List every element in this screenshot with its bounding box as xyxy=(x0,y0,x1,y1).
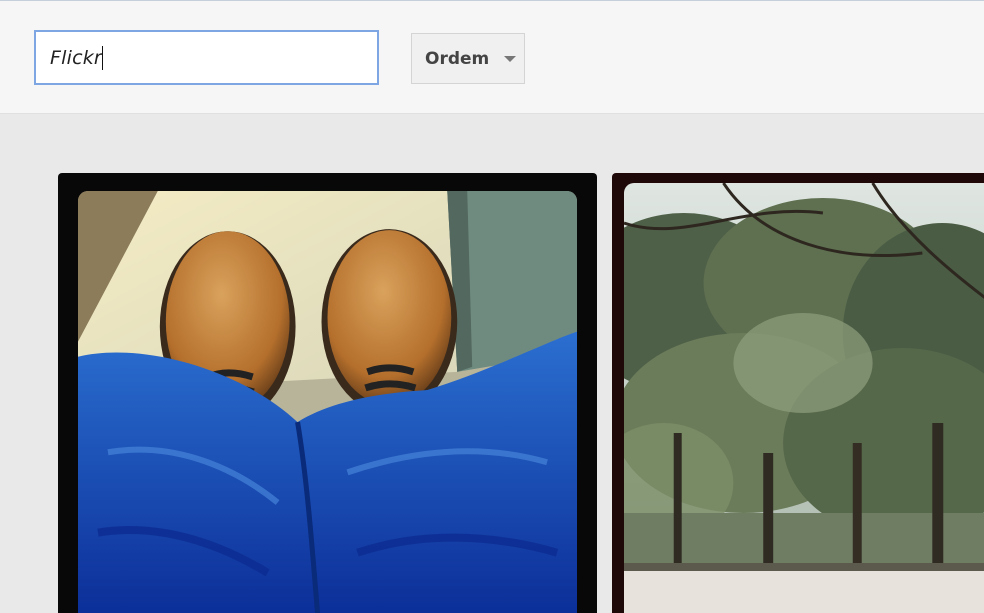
order-dropdown[interactable]: Ordem xyxy=(411,33,525,84)
order-dropdown-label: Ordem xyxy=(425,48,490,69)
shoes-photo xyxy=(78,191,577,613)
search-input[interactable]: Flickr xyxy=(34,30,379,85)
photo-card-shoes[interactable] xyxy=(58,173,597,613)
photo-image xyxy=(78,191,577,613)
forest-photo xyxy=(624,183,984,613)
text-caret xyxy=(101,45,103,70)
photo-image xyxy=(624,183,984,613)
photo-card-forest[interactable] xyxy=(612,173,984,613)
toolbar: Flickr Ordem xyxy=(0,0,984,114)
chevron-down-icon xyxy=(504,56,516,62)
search-input-value: Flickr xyxy=(50,46,102,69)
